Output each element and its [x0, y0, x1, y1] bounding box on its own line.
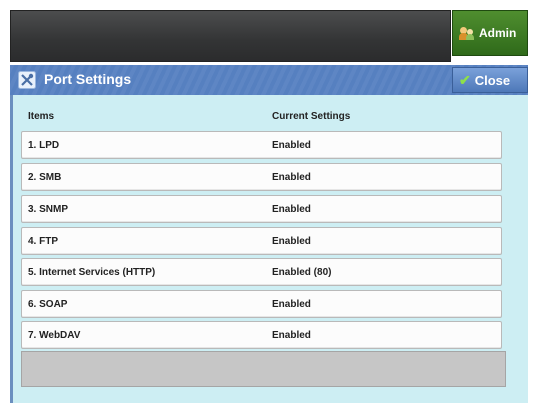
item-value: Enabled — [272, 204, 311, 215]
page-header: Port Settings — [10, 65, 528, 96]
item-value: Enabled (80) — [272, 267, 332, 278]
list-item-ftp[interactable]: 4. FTP Enabled — [21, 227, 502, 255]
page-title: Port Settings — [44, 71, 132, 87]
list-item-lpd[interactable]: 1. LPD Enabled — [21, 131, 502, 159]
top-status-bar — [10, 10, 451, 62]
list-item-soap[interactable]: 6. SOAP Enabled — [21, 290, 502, 318]
item-label: 1. LPD — [28, 140, 60, 151]
empty-row-area — [21, 351, 506, 387]
admin-users-icon — [459, 26, 475, 40]
item-label: 7. WebDAV — [28, 330, 81, 341]
item-label: 3. SNMP — [28, 204, 69, 215]
tools-icon — [18, 71, 36, 89]
item-value: Enabled — [272, 299, 311, 310]
item-label: 6. SOAP — [28, 299, 68, 310]
list-item-smb[interactable]: 2. SMB Enabled — [21, 163, 502, 191]
item-value: Enabled — [272, 172, 311, 183]
item-label: 4. FTP — [28, 236, 59, 247]
list-item-webdav[interactable]: 7. WebDAV Enabled — [21, 321, 502, 349]
item-value: Enabled — [272, 236, 311, 247]
item-value: Enabled — [272, 140, 311, 151]
admin-button[interactable]: Admin — [452, 10, 528, 56]
item-value: Enabled — [272, 330, 311, 341]
list-item-internet-services[interactable]: 5. Internet Services (HTTP) Enabled (80) — [21, 258, 502, 286]
item-label: 2. SMB — [28, 172, 62, 183]
close-label: Close — [474, 72, 511, 88]
checkmark-icon: ✔ — [459, 71, 471, 88]
close-button[interactable]: ✔ Close — [452, 67, 528, 93]
column-header-items: Items — [28, 111, 55, 122]
column-header-current-settings: Current Settings — [272, 111, 351, 122]
admin-label: Admin — [479, 26, 517, 40]
list-item-snmp[interactable]: 3. SNMP Enabled — [21, 195, 502, 223]
item-label: 5. Internet Services (HTTP) — [28, 267, 156, 278]
